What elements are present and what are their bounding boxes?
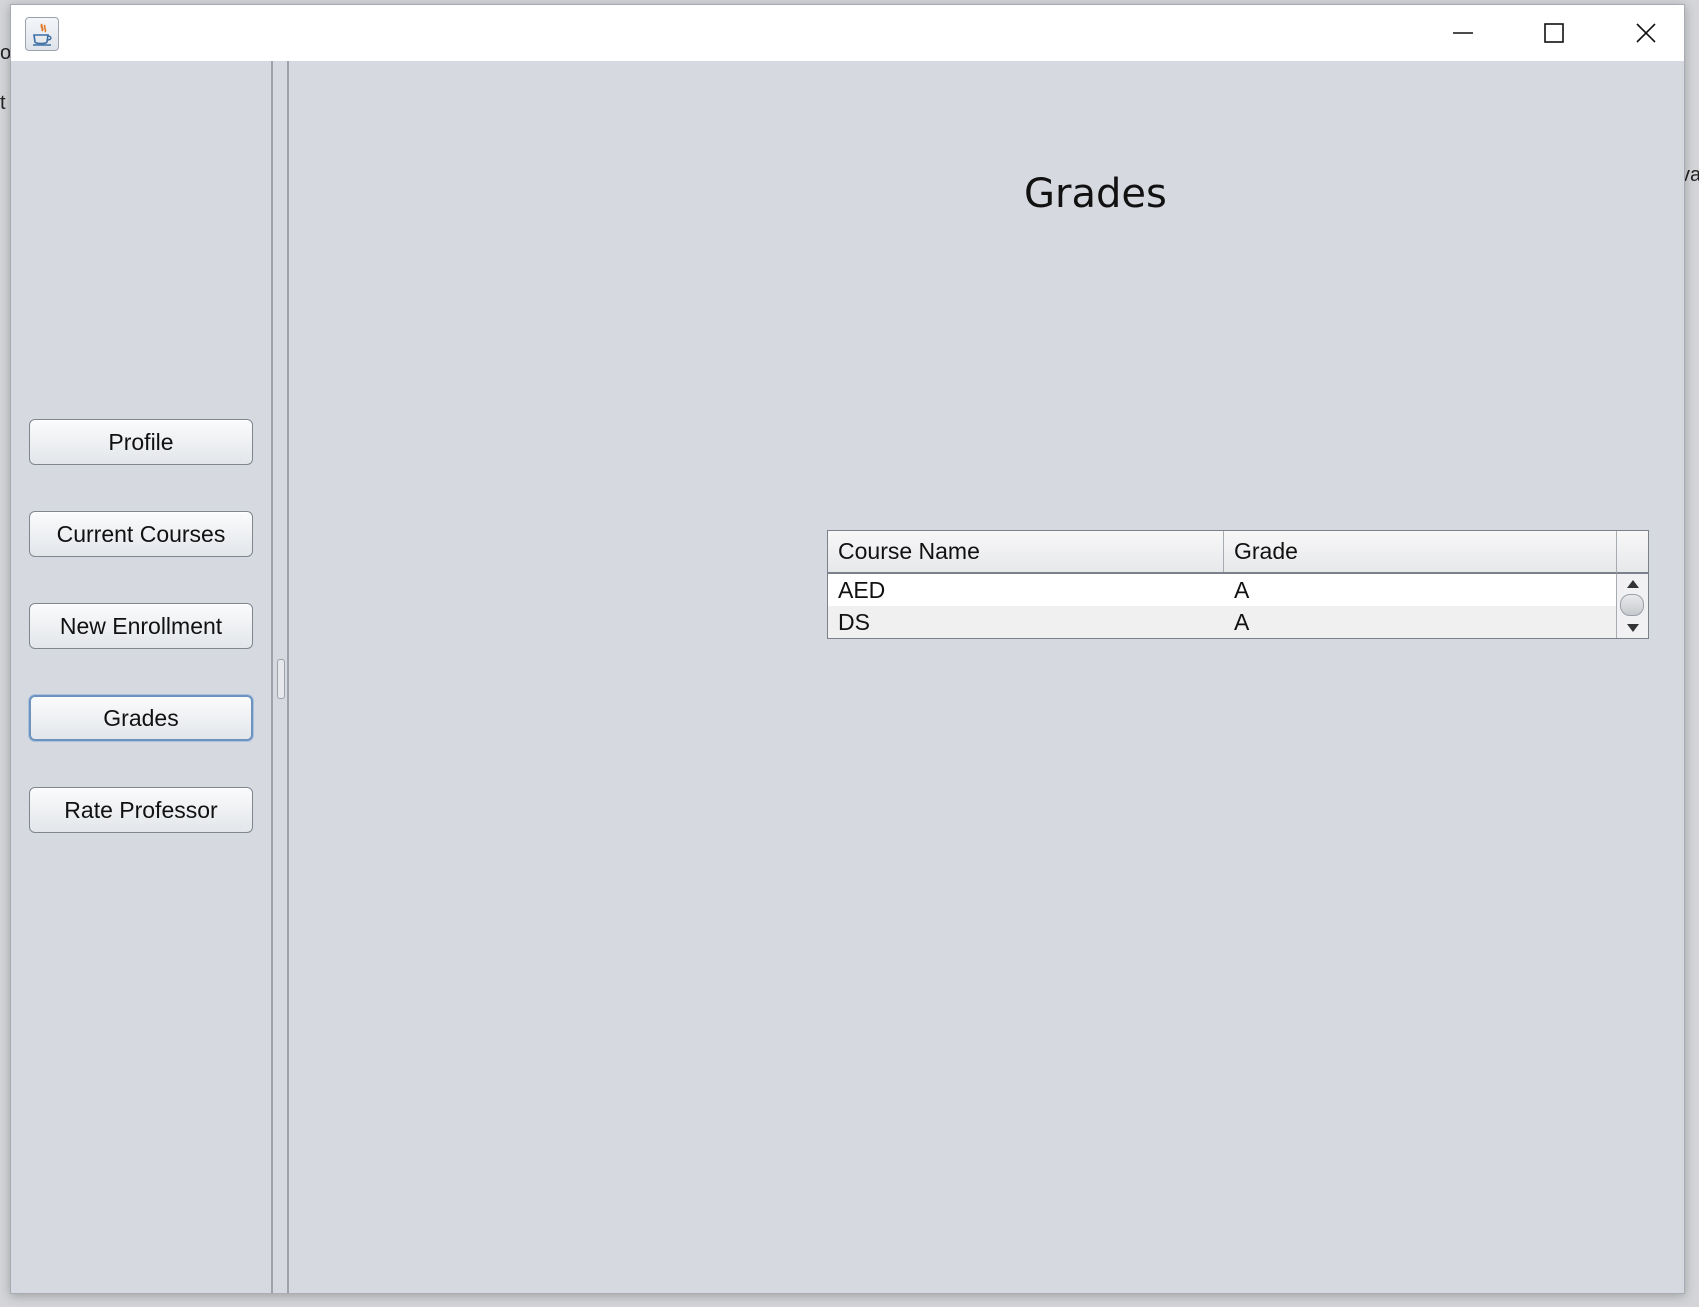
table-corner xyxy=(1616,531,1648,574)
table-row[interactable]: DS A xyxy=(828,606,1616,638)
new-enrollment-button[interactable]: New Enrollment xyxy=(29,603,253,649)
close-icon xyxy=(1636,23,1656,43)
minimize-button[interactable] xyxy=(1417,5,1509,61)
scrollbar-thumb[interactable] xyxy=(1620,594,1644,616)
profile-button[interactable]: Profile xyxy=(29,419,253,465)
java-icon xyxy=(25,17,59,51)
maximize-icon xyxy=(1544,23,1564,43)
table-row[interactable]: AED A xyxy=(828,574,1616,606)
scroll-up-arrow-icon[interactable] xyxy=(1617,576,1648,592)
rate-professor-button[interactable]: Rate Professor xyxy=(29,787,253,833)
table-vertical-scrollbar[interactable] xyxy=(1616,574,1648,638)
grades-table: Course Name Grade AED A DS A xyxy=(827,530,1649,639)
split-pane-grip[interactable] xyxy=(277,659,285,699)
table-cell-grade[interactable]: A xyxy=(1224,609,1616,636)
sidebar: Profile Current Courses New Enrollment G… xyxy=(11,61,273,1293)
table-cell-course-name[interactable]: AED xyxy=(828,577,1224,604)
current-courses-button[interactable]: Current Courses xyxy=(29,511,253,557)
page-title: Grades xyxy=(1024,171,1167,217)
title-bar[interactable] xyxy=(11,5,1684,61)
scroll-down-arrow-icon[interactable] xyxy=(1617,620,1648,636)
app-window: Profile Current Courses New Enrollment G… xyxy=(10,4,1685,1294)
grades-button[interactable]: Grades xyxy=(29,695,253,741)
main-panel: Grades Course Name Grade AED A DS A xyxy=(289,61,1684,1293)
minimize-icon xyxy=(1453,32,1473,34)
column-header-course-name[interactable]: Course Name xyxy=(828,531,1224,572)
table-cell-grade[interactable]: A xyxy=(1224,577,1616,604)
close-button[interactable] xyxy=(1600,5,1684,61)
table-cell-course-name[interactable]: DS xyxy=(828,609,1224,636)
column-header-grade[interactable]: Grade xyxy=(1224,531,1616,572)
table-body: AED A DS A xyxy=(828,574,1616,638)
maximize-button[interactable] xyxy=(1508,5,1600,61)
table-header: Course Name Grade xyxy=(828,531,1616,574)
